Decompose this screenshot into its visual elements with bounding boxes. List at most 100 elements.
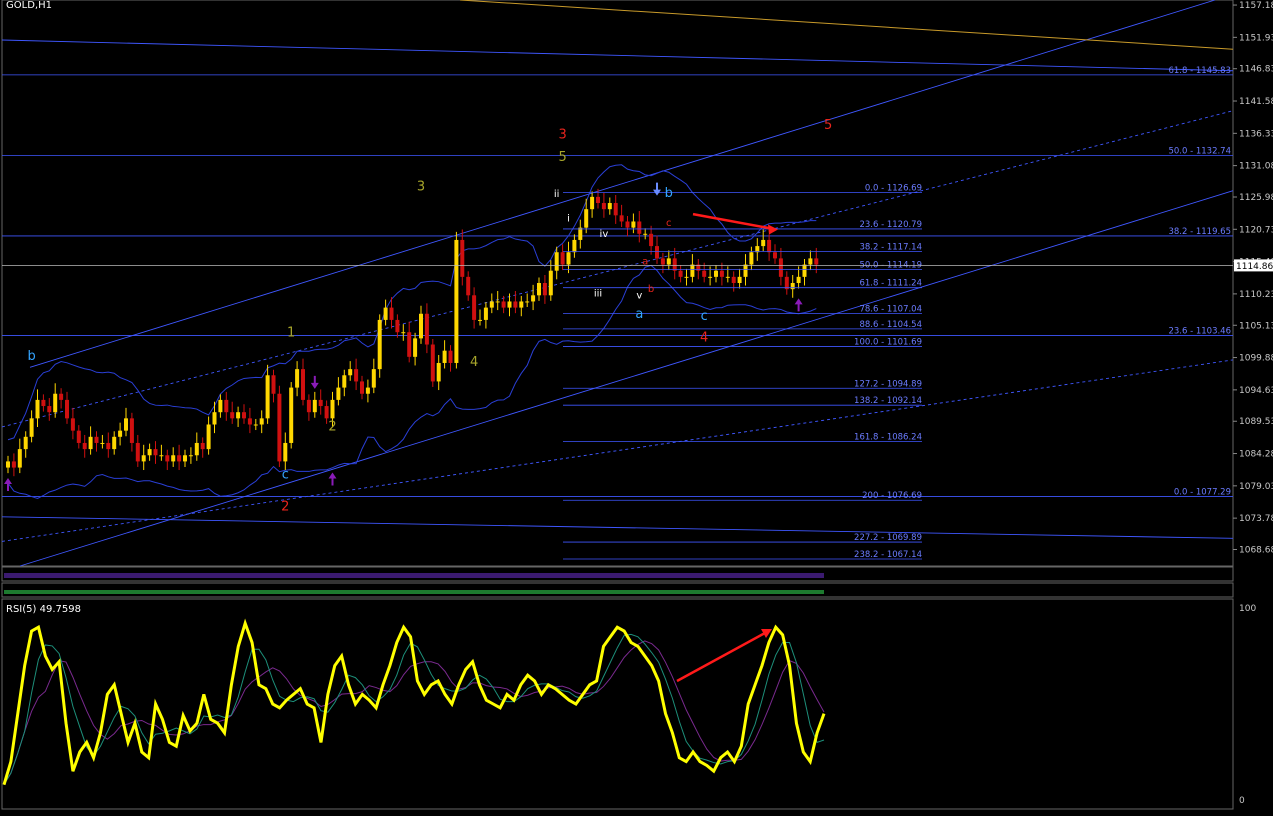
candle-body [796, 276, 801, 283]
fib-right-label: 0.0 - 1077.29 [1174, 488, 1231, 498]
wave-label: iv [600, 229, 609, 240]
candle-body [655, 246, 659, 259]
candle-body [578, 227, 583, 240]
wave-label: a [635, 307, 643, 322]
wave-label: c [666, 218, 672, 229]
candle-body [171, 455, 176, 462]
candle-body [153, 449, 158, 456]
candle-body [265, 375, 270, 419]
fib-right-label: 23.6 - 1103.46 [1168, 327, 1231, 337]
candle-body [472, 295, 477, 320]
candle-body [714, 270, 718, 277]
candle-body [442, 350, 447, 363]
candle-body [649, 233, 654, 247]
channel-line [1, 39, 1234, 72]
fib-level-label: 78.6 - 1107.04 [859, 305, 922, 315]
purple-up-arrow-icon [794, 298, 803, 312]
candle-body [708, 276, 713, 278]
fib-level-label: 238.2 - 1067.14 [854, 550, 922, 560]
fib-level-label: 138.2 - 1092.14 [854, 396, 922, 406]
candle-body [501, 301, 506, 308]
candle-body [277, 393, 282, 462]
candle-body [737, 276, 742, 283]
fib-level-label: 88.6 - 1104.54 [859, 320, 922, 330]
fib-level-label: 227.2 - 1069.89 [854, 533, 922, 543]
candle-body [230, 412, 235, 419]
candle-body [519, 301, 524, 308]
wave-label: 4 [700, 330, 708, 345]
candle-body [360, 381, 364, 394]
candle-body [584, 209, 589, 228]
candle-body [631, 221, 636, 228]
red-arrow-icon [692, 212, 771, 230]
fib-level-label: 23.6 - 1120.79 [859, 220, 922, 230]
candle-body [678, 270, 683, 277]
candle-body [489, 301, 494, 308]
candle-body [424, 313, 429, 345]
price-tick-label: 1120.73 [1239, 225, 1273, 235]
candle-body [47, 406, 52, 413]
candle-body [773, 252, 777, 259]
candle-body [336, 387, 341, 400]
candle-body [719, 270, 724, 277]
candle-body [59, 393, 64, 400]
candle-body [301, 369, 305, 400]
wave-label: b [27, 349, 35, 364]
candle-body [135, 442, 140, 462]
wave-label: 2 [281, 500, 289, 515]
candle-body [194, 442, 199, 456]
wave-label: 5 [824, 118, 832, 133]
candlestick-series [6, 188, 819, 477]
candle-body [76, 430, 81, 443]
candle-body [289, 387, 294, 443]
candle-body [554, 252, 559, 271]
candle-body [731, 276, 736, 283]
fib-level-label: 200 - 1076.69 [862, 491, 922, 501]
candle-body [395, 319, 400, 333]
candle-body [141, 455, 146, 462]
candle-body [70, 418, 75, 431]
candle-body [112, 436, 117, 450]
candle-body [35, 399, 40, 419]
candle-body [94, 436, 99, 443]
candle-body [460, 239, 465, 277]
wave-label: c [282, 468, 289, 483]
rsi-line [2, 618, 826, 786]
candle-body [29, 418, 34, 437]
histogram-strip [4, 573, 824, 578]
candle-body [436, 362, 441, 382]
candle-body [666, 258, 671, 265]
candle-body [531, 295, 536, 302]
candle-body [41, 399, 46, 407]
candle-body [365, 387, 370, 394]
candle-body [725, 276, 730, 278]
candle-body [253, 424, 258, 426]
fib-right-label: 61.8 - 1145.83 [1168, 66, 1231, 76]
candle-body [53, 393, 58, 413]
wave-label: iii [594, 289, 602, 300]
candle-body [684, 276, 689, 278]
candle-body [206, 424, 211, 450]
candle-body [643, 233, 648, 235]
wave-label: ii [554, 189, 560, 200]
candle-body [342, 375, 347, 388]
price-tick-label: 1084.28 [1239, 450, 1273, 460]
candle-body [478, 319, 482, 321]
wave-label: a [642, 257, 648, 268]
candle-body [306, 399, 311, 413]
price-tick-label: 1146.83 [1239, 65, 1273, 75]
rsi-level-100: 100 [1239, 604, 1256, 614]
oscillator-strip [4, 590, 824, 594]
candle-body [271, 375, 276, 394]
candle-body [383, 307, 388, 320]
price-tick-label: 1110.23 [1239, 290, 1273, 300]
gold-h1-chart[interactable]: 0.0 - 1126.69 23.6 - 1120.79 38.2 - 1117.1… [0, 0, 1273, 816]
candle-body [619, 215, 624, 222]
price-axis: 1157.18 1151.93 1146.83 1141.58 1136.33 1131.… [2, 1, 1273, 556]
rsi-panel: 100 0 [2, 604, 1256, 806]
candle-body [100, 442, 105, 444]
chart-title: GOLD,H1 [6, 0, 52, 11]
wave-label: i [567, 213, 570, 224]
price-tick-label: 1089.53 [1239, 417, 1273, 427]
candle-body [660, 258, 665, 265]
